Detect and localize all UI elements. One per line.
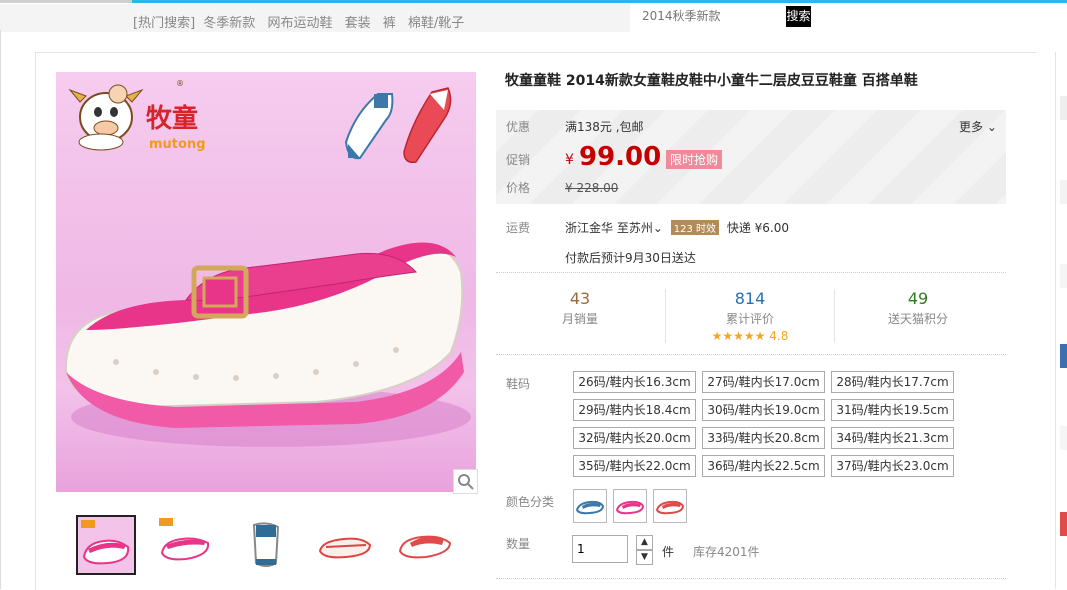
pink-shoe-icon <box>615 500 645 515</box>
stat-separator <box>834 289 835 343</box>
price-label: 价格 <box>506 181 531 195</box>
original-price: ¥ 228.00 <box>565 181 619 195</box>
size-option[interactable]: 29码/鞋内长18.4cm <box>573 399 696 421</box>
size-option[interactable]: 31码/鞋内长19.5cm <box>831 399 954 421</box>
color-option-pink[interactable] <box>613 489 647 523</box>
blue-shoe-icon <box>575 500 605 515</box>
size-option[interactable]: 35码/鞋内长22.0cm <box>573 455 696 477</box>
timely-badge: 123 时效 <box>670 220 720 235</box>
cow-mascot-icon <box>68 84 144 151</box>
product-title: 牧童童鞋 2014新款女童鞋皮鞋中小童牛二层皮豆豆鞋童 百搭单鞋 <box>505 73 918 89</box>
flash-sale-badge: 限时抢购 <box>666 150 723 169</box>
divider <box>496 578 1006 579</box>
search-input[interactable] <box>640 6 786 26</box>
color-option-blue[interactable] <box>573 489 607 523</box>
monthly-sales-stat: 43 月销量 <box>500 289 660 327</box>
tmall-points-stat: 49 送天猫积分 <box>838 289 998 327</box>
thumbnail-1[interactable] <box>76 515 136 575</box>
shipping-label: 运费 <box>506 221 531 235</box>
size-option[interactable]: 27码/鞋内长17.0cm <box>702 371 825 393</box>
promo-label: 优惠 <box>506 120 531 134</box>
right-column-divider <box>1055 52 1056 589</box>
side-recommendation[interactable] <box>1060 264 1067 288</box>
rating-score: 4.8 <box>769 329 789 343</box>
currency-symbol: ¥ <box>565 152 574 168</box>
page-left-border <box>0 30 1 589</box>
quantity-label: 数量 <box>506 537 531 551</box>
quantity-decrease-button[interactable]: ▼ <box>636 550 653 565</box>
hot-search-item[interactable]: 裤 <box>383 16 396 31</box>
promo-text: 满138元 ,包邮 <box>565 120 644 134</box>
hot-search-item[interactable]: 套装 <box>345 16 371 31</box>
shipping-info: 浙江金华 至苏州⌄ 123 时效 快递 ¥6.00 <box>565 219 789 236</box>
hot-search-label: [热门搜索] <box>133 16 196 31</box>
red-shoe-small-icon <box>403 87 452 164</box>
top-accent-bar <box>0 0 1067 3</box>
divider <box>496 272 1006 273</box>
brand-en-logo: mutong <box>149 137 206 152</box>
thumbnail-4[interactable] <box>316 515 374 573</box>
stat-value: 49 <box>907 289 929 308</box>
size-option[interactable]: 36码/鞋内长22.5cm <box>702 455 825 477</box>
side-recommendation[interactable] <box>1060 512 1067 536</box>
delivery-estimate: 付款后预计9月30日送达 <box>565 251 696 265</box>
thumbnail-2[interactable] <box>156 515 214 573</box>
quantity-input[interactable] <box>572 535 628 563</box>
express-fee: 快递 ¥6.00 <box>726 221 790 235</box>
size-option[interactable]: 30码/鞋内长19.0cm <box>702 399 825 421</box>
side-recommendation[interactable] <box>1060 344 1067 368</box>
size-option[interactable]: 33码/鞋内长20.8cm <box>702 427 825 449</box>
zoom-button[interactable] <box>453 469 478 494</box>
size-option[interactable]: 32码/鞋内长20.0cm <box>573 427 696 449</box>
hot-search-item[interactable]: 网布运动鞋 <box>267 16 332 31</box>
ship-to-dropdown[interactable]: 至苏州⌄ <box>617 221 663 235</box>
ship-from: 浙江金华 <box>565 221 614 235</box>
divider <box>496 354 1006 355</box>
side-recommendation[interactable] <box>1060 426 1067 450</box>
main-product-image[interactable]: 牧童 mutong ® <box>56 72 476 492</box>
stat-label: 累计评价 <box>725 312 774 326</box>
sale-label: 促销 <box>506 153 531 167</box>
size-option[interactable]: 26码/鞋内长16.3cm <box>573 371 696 393</box>
rating-stars-icon: ★★★★★ <box>711 329 766 343</box>
stat-label: 月销量 <box>561 312 598 326</box>
stat-value: 43 <box>569 289 591 308</box>
stock-count: 库存4201件 <box>693 545 760 559</box>
blue-shoe-small-icon <box>344 93 394 160</box>
size-label: 鞋码 <box>506 377 531 391</box>
search-button[interactable]: 搜索 <box>786 6 811 27</box>
more-promos-button[interactable]: 更多 ⌄ <box>959 118 997 135</box>
hot-search-bar: [热门搜索] 冬季新款 网布运动鞋 套装 裤 棉鞋/靴子 <box>0 4 630 32</box>
side-recommendation[interactable] <box>1060 180 1067 204</box>
size-option[interactable]: 28码/鞋内长17.7cm <box>831 371 954 393</box>
chevron-down-icon: ⌄ <box>652 221 663 235</box>
stat-separator <box>665 289 666 343</box>
side-recommendation[interactable] <box>1060 96 1067 120</box>
stat-label: 送天猫积分 <box>887 312 948 326</box>
stat-value: 814 <box>734 289 766 308</box>
quantity-increase-button[interactable]: ▲ <box>636 535 653 550</box>
color-option-red[interactable] <box>653 489 687 523</box>
chevron-down-icon: ⌄ <box>983 120 997 134</box>
top-accent-bar-left <box>0 0 132 3</box>
hot-search-item[interactable]: 棉鞋/靴子 <box>408 16 464 31</box>
red-shoe-icon <box>655 500 685 515</box>
svg-text:®: ® <box>176 79 184 88</box>
brand-cn-logo: 牧童 <box>146 103 198 134</box>
quantity-unit: 件 <box>662 545 675 559</box>
magnifier-icon <box>458 474 474 490</box>
review-count-stat[interactable]: 814 累计评价 ★★★★★ 4.8 <box>670 289 830 343</box>
hot-search-item[interactable]: 冬季新款 <box>203 16 255 31</box>
color-label: 颜色分类 <box>506 495 555 509</box>
size-option[interactable]: 34码/鞋内长21.3cm <box>831 427 954 449</box>
main-shoe-illustration <box>64 242 464 428</box>
size-option[interactable]: 37码/鞋内长23.0cm <box>831 455 954 477</box>
thumbnail-5[interactable] <box>396 515 454 573</box>
sale-price: 99.00 <box>579 142 662 172</box>
thumbnail-3[interactable] <box>236 515 294 573</box>
